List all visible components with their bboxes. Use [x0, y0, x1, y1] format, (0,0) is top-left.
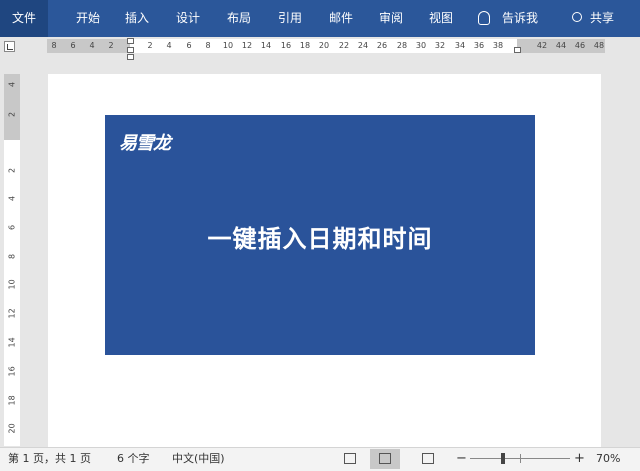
ruler-tick: 16 — [7, 366, 17, 377]
ruler-tick: 2 — [7, 111, 17, 118]
hanging-indent-marker[interactable] — [127, 47, 134, 53]
tab-mailings[interactable]: 邮件 — [324, 0, 358, 37]
tab-review[interactable]: 审阅 — [374, 0, 408, 37]
ruler-tick: 26 — [376, 41, 388, 50]
ruler-tick: 2 — [7, 167, 17, 174]
page-count[interactable]: 第 1 页，共 1 页 — [8, 448, 91, 470]
ruler-tick: 2 — [108, 41, 114, 50]
ruler-tick: 14 — [7, 337, 17, 348]
read-mode-button[interactable] — [335, 449, 365, 469]
vertical-ruler[interactable]: 4 2 2 4 6 8 10 12 14 16 18 20 — [4, 74, 20, 446]
ruler-tick: 18 — [7, 395, 17, 406]
left-indent-marker[interactable] — [127, 54, 134, 60]
share-button[interactable]: 共享 — [590, 0, 614, 37]
ruler-tick: 8 — [51, 41, 57, 50]
web-page-icon — [422, 453, 434, 464]
zoom-level[interactable]: 70% — [596, 448, 620, 470]
ruler-tick: 12 — [241, 41, 253, 50]
tab-references[interactable]: 引用 — [273, 0, 307, 37]
ruler-tick: 38 — [492, 41, 504, 50]
ruler-tick: 36 — [473, 41, 485, 50]
ruler-tick: 4 — [166, 41, 172, 50]
tell-me-box[interactable]: 告诉我 — [502, 0, 538, 37]
ruler-tick: 6 — [70, 41, 76, 50]
book-icon — [344, 453, 356, 464]
ruler-tick: 10 — [7, 279, 17, 290]
zoom-in-button[interactable]: + — [574, 448, 585, 470]
zoom-out-button[interactable]: − — [456, 448, 467, 470]
tab-layout[interactable]: 布局 — [222, 0, 256, 37]
tab-view[interactable]: 视图 — [424, 0, 458, 37]
ruler-tick: 48 — [593, 41, 605, 50]
language-indicator[interactable]: 中文(中国) — [172, 448, 225, 470]
ruler-tick: 18 — [299, 41, 311, 50]
ruler-tick: 32 — [434, 41, 446, 50]
zoom-slider-center — [520, 454, 521, 463]
ruler-tick: 46 — [574, 41, 586, 50]
ruler-tick: 28 — [396, 41, 408, 50]
brand-logo: 易雪龙 — [119, 133, 171, 154]
ruler-tick: 24 — [357, 41, 369, 50]
tab-home[interactable]: 开始 — [71, 0, 105, 37]
ruler-tick: 42 — [536, 41, 548, 50]
tab-selector[interactable] — [4, 41, 15, 52]
ribbon-bar: 文件 开始 插入 设计 布局 引用 邮件 审阅 视图 告诉我 共享 — [0, 0, 640, 37]
tab-design[interactable]: 设计 — [171, 0, 205, 37]
ruler-tick: 4 — [89, 41, 95, 50]
print-layout-button[interactable] — [370, 449, 400, 469]
ruler-tick: 6 — [186, 41, 192, 50]
lightbulb-icon — [478, 11, 490, 25]
ruler-tick: 20 — [318, 41, 330, 50]
ruler-tick: 44 — [555, 41, 567, 50]
ruler-tick: 30 — [415, 41, 427, 50]
word-count[interactable]: 6 个字 — [117, 448, 150, 470]
status-bar: 第 1 页，共 1 页 6 个字 中文(中国) − + 70% — [0, 447, 640, 471]
ruler-tick: 34 — [454, 41, 466, 50]
ruler-tick: 14 — [260, 41, 272, 50]
ruler-tick: 4 — [7, 195, 17, 202]
tab-insert[interactable]: 插入 — [120, 0, 154, 37]
banner-image[interactable]: 易雪龙 一键插入日期和时间 — [105, 115, 535, 355]
ruler-tick: 8 — [205, 41, 211, 50]
ruler-tick: 2 — [147, 41, 153, 50]
ruler-tick: 4 — [7, 81, 17, 88]
web-layout-button[interactable] — [413, 449, 443, 469]
zoom-slider-thumb[interactable] — [501, 453, 505, 464]
ruler-tick: 6 — [7, 224, 17, 231]
ruler-tick: 12 — [7, 308, 17, 319]
right-indent-marker[interactable] — [514, 47, 521, 53]
tab-file[interactable]: 文件 — [0, 0, 48, 37]
person-icon — [572, 12, 582, 22]
ruler-tick: 8 — [7, 253, 17, 260]
ruler-tick: 22 — [338, 41, 350, 50]
ruler-tick: 16 — [280, 41, 292, 50]
page-icon — [379, 453, 391, 464]
banner-headline: 一键插入日期和时间 — [207, 225, 433, 253]
first-line-indent-marker[interactable] — [127, 38, 134, 44]
ruler-tick: 20 — [7, 423, 17, 434]
ruler-tick: 10 — [222, 41, 234, 50]
